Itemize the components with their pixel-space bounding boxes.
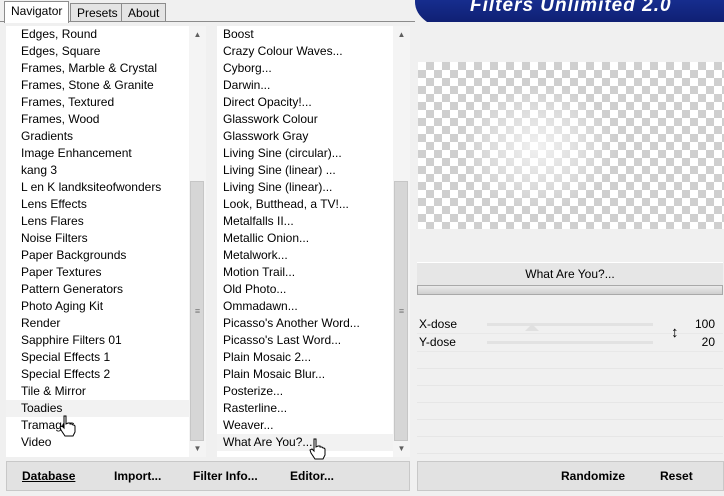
list-item[interactable]: Picasso's Another Word... [217, 315, 393, 332]
list-item[interactable]: Picasso's Last Word... [217, 332, 393, 349]
resize-updown-cursor-icon: ↕ [671, 324, 679, 341]
list-item[interactable]: What Are You?... [217, 434, 393, 451]
param-name: Y-dose [419, 335, 456, 349]
list-item[interactable]: Posterize... [217, 383, 393, 400]
hand-cursor-icon [309, 438, 326, 460]
list-item[interactable]: Old Photo... [217, 281, 393, 298]
filter-scrollbar[interactable]: ▲ ≡ ▼ [393, 26, 410, 457]
list-item[interactable]: Lens Flares [6, 213, 189, 230]
list-item[interactable]: Special Effects 2 [6, 366, 189, 383]
database-button[interactable]: Database [22, 468, 75, 484]
tab-presets[interactable]: Presets [70, 3, 125, 22]
param-value: 100 [694, 317, 715, 331]
filter-info-button[interactable]: Filter Info... [193, 468, 258, 484]
filter-list: Boost Crazy Colour Waves... Cyborg... Darwi… [217, 26, 393, 451]
list-item[interactable]: Video [6, 434, 189, 451]
list-item[interactable]: Ommadawn... [217, 298, 393, 315]
list-item[interactable]: Paper Textures [6, 264, 189, 281]
list-item[interactable]: Weaver... [217, 417, 393, 434]
param-slider-track[interactable] [487, 341, 653, 344]
param-name: X-dose [419, 317, 458, 331]
list-item[interactable]: Crazy Colour Waves... [217, 43, 393, 60]
list-item[interactable]: Frames, Wood [6, 111, 189, 128]
list-item[interactable]: Plain Mosaic 2... [217, 349, 393, 366]
list-item[interactable]: Glasswork Colour [217, 111, 393, 128]
category-list: Edges, Round Edges, Square Frames, Marble … [6, 26, 189, 451]
list-item[interactable]: Darwin... [217, 77, 393, 94]
randomize-button[interactable]: Randomize [561, 468, 625, 484]
scroll-up-arrow-icon[interactable]: ▲ [189, 26, 206, 43]
list-item[interactable]: Tile & Mirror [6, 383, 189, 400]
filter-progress-bar [417, 285, 723, 295]
filter-info-label: Filter Info... [193, 469, 258, 483]
category-scroll-thumb[interactable]: ≡ [190, 181, 204, 441]
param-slider-track[interactable] [487, 323, 653, 326]
list-item[interactable]: Sapphire Filters 01 [6, 332, 189, 349]
list-item[interactable]: Paper Backgrounds [6, 247, 189, 264]
filter-listbox[interactable]: Boost Crazy Colour Waves... Cyborg... Darwi… [217, 26, 410, 457]
list-item[interactable]: Render [6, 315, 189, 332]
list-item[interactable]: Boost [217, 26, 393, 43]
param-value: 20 [701, 335, 715, 349]
list-item[interactable]: Frames, Marble & Crystal [6, 60, 189, 77]
list-item[interactable]: Gradients [6, 128, 189, 145]
app-title: Filters Unlimited 2.0 [470, 0, 672, 16]
randomize-label: Randomize [561, 469, 626, 483]
list-item[interactable]: Edges, Square [6, 43, 189, 60]
preview-area[interactable] [418, 62, 724, 229]
scroll-down-arrow-icon[interactable]: ▼ [393, 440, 410, 457]
scroll-down-arrow-icon[interactable]: ▼ [189, 440, 206, 457]
list-item[interactable]: Motion Trail... [217, 264, 393, 281]
slider-caret-icon [525, 324, 539, 331]
grip-icon: ≡ [194, 306, 201, 316]
grip-icon: ≡ [398, 306, 405, 316]
category-listbox[interactable]: Edges, Round Edges, Square Frames, Marble … [6, 26, 206, 457]
category-scrollbar[interactable]: ▲ ≡ ▼ [189, 26, 206, 457]
list-item[interactable]: Pattern Generators [6, 281, 189, 298]
list-item[interactable]: Living Sine (circular)... [217, 145, 393, 162]
list-item[interactable]: Living Sine (linear)... [217, 179, 393, 196]
list-item[interactable]: Noise Filters [6, 230, 189, 247]
import-button[interactable]: Import... [114, 468, 161, 484]
editor-label: Editor... [290, 469, 335, 483]
list-item[interactable]: Direct Opacity!... [217, 94, 393, 111]
list-item[interactable]: Living Sine (linear) ... [217, 162, 393, 179]
list-item[interactable]: Frames, Textured [6, 94, 189, 111]
reset-label: Reset [660, 469, 693, 483]
list-item[interactable]: Edges, Round [6, 26, 189, 43]
database-label: Database [22, 469, 76, 483]
scroll-up-arrow-icon[interactable]: ▲ [393, 26, 410, 43]
list-item[interactable]: Metalwork... [217, 247, 393, 264]
import-label: Import... [114, 469, 162, 483]
list-item[interactable]: Cyborg... [217, 60, 393, 77]
list-item[interactable]: Plain Mosaic Blur... [217, 366, 393, 383]
list-item[interactable]: Tramages [6, 417, 189, 434]
list-item[interactable]: Glasswork Gray [217, 128, 393, 145]
list-item[interactable]: Lens Effects [6, 196, 189, 213]
reset-button[interactable]: Reset [660, 468, 693, 484]
list-item[interactable]: Rasterline... [217, 400, 393, 417]
list-item[interactable]: kang 3 [6, 162, 189, 179]
list-item[interactable]: Photo Aging Kit [6, 298, 189, 315]
list-item[interactable]: Frames, Stone & Granite [6, 77, 189, 94]
list-item[interactable]: Special Effects 1 [6, 349, 189, 366]
preview-glow [458, 82, 618, 212]
list-item[interactable]: Metalfalls II... [217, 213, 393, 230]
filter-name-label: What Are You?... [417, 262, 723, 286]
list-item[interactable]: Look, Butthead, a TV!... [217, 196, 393, 213]
empty-param-rows [417, 352, 723, 454]
tab-about[interactable]: About [121, 3, 167, 22]
list-item[interactable]: Image Enhancement [6, 145, 189, 162]
list-item[interactable]: Metallic Onion... [217, 230, 393, 247]
list-item[interactable]: L en K landksiteofwonders [6, 179, 189, 196]
header-banner: Filters Unlimited 2.0 [415, 0, 724, 22]
editor-button[interactable]: Editor... [290, 468, 334, 484]
tab-navigator[interactable]: Navigator [4, 1, 70, 23]
list-item[interactable]: Toadies [6, 400, 189, 417]
hand-cursor-icon [59, 415, 76, 437]
filter-scroll-thumb[interactable]: ≡ [394, 181, 408, 441]
